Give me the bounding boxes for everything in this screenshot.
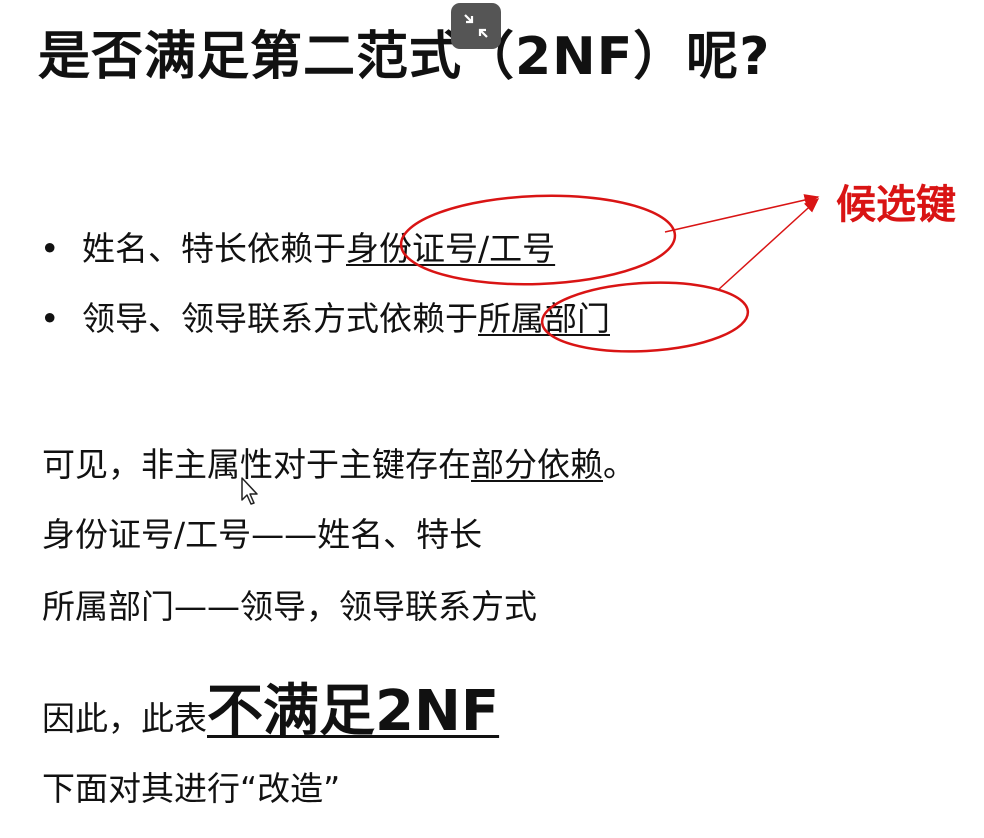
- not-2nf-emphasis: 不满足2NF: [207, 679, 500, 744]
- conclusion-line-1: 可见，非主属性对于主键存在部分依赖。: [42, 438, 636, 486]
- partial-dependency-text: 部分依赖: [471, 445, 603, 484]
- candidate-key-annotation: 候选键: [836, 182, 956, 228]
- conclusion-line-2: 因此，此表不满足2NF: [42, 666, 499, 747]
- mouse-pointer-icon: [241, 477, 258, 505]
- bullet-text: 姓名、特长依赖于: [82, 229, 346, 268]
- text-segment: 因此，此表: [42, 699, 207, 738]
- bullet-marker: •: [40, 229, 60, 268]
- bullet-item-1: • 姓名、特长依赖于身份证号/工号: [40, 222, 555, 270]
- next-step-line: 下面对其进行“改造”: [42, 769, 341, 808]
- exit-fullscreen-button[interactable]: [451, 3, 501, 49]
- arrow-line-1: [664, 194, 820, 233]
- candidate-key-text: 身份证号/工号: [346, 229, 556, 268]
- dependency-line-1: 身份证号/工号——姓名、特长: [42, 515, 483, 554]
- bullet-text: 领导、领导联系方式依赖于: [82, 299, 478, 338]
- candidate-key-text: 所属部门: [478, 299, 610, 338]
- exit-fullscreen-icon: [464, 14, 488, 38]
- dependency-line-2: 所属部门——领导，领导联系方式: [42, 587, 537, 626]
- slide-title: 是否满足第二范式（2NF）呢?: [38, 27, 771, 87]
- text-segment: 。: [603, 445, 636, 484]
- bullet-item-2: • 领导、领导联系方式依赖于所属部门: [40, 292, 610, 340]
- bullet-marker: •: [40, 299, 60, 338]
- arrow-line-2: [717, 197, 820, 291]
